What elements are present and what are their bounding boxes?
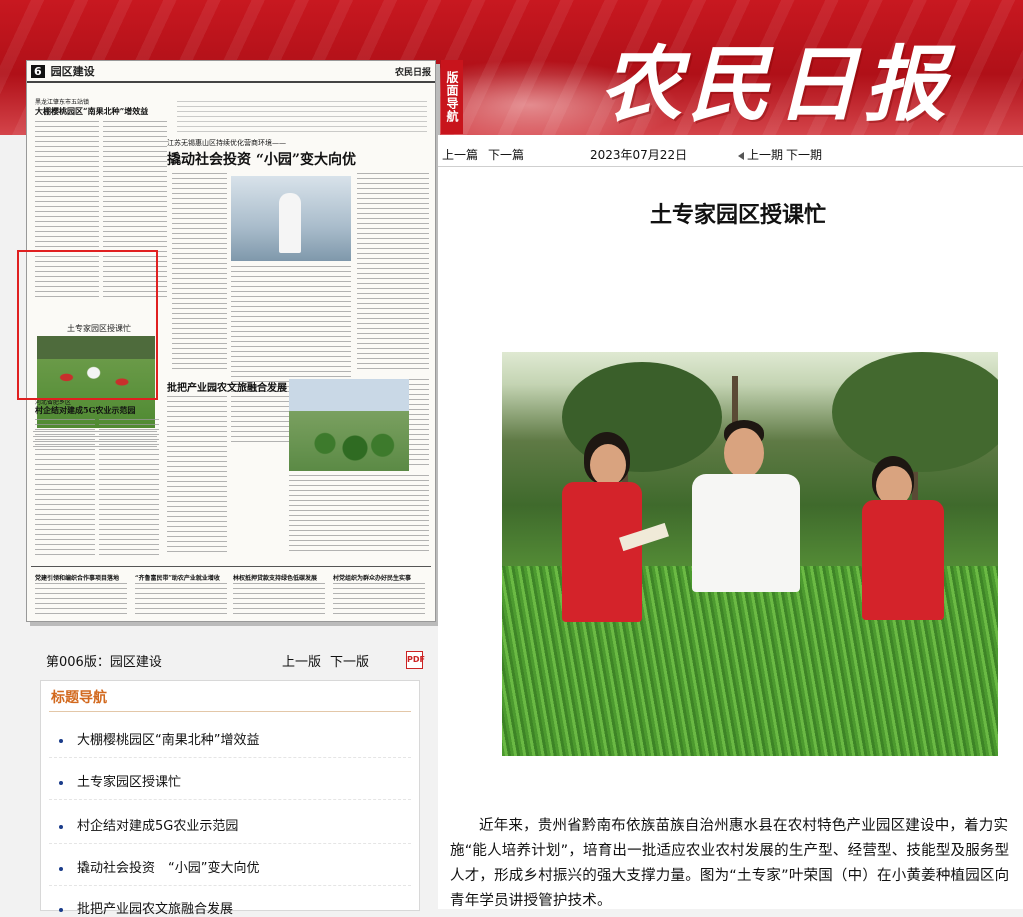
nav-divider: [49, 843, 411, 845]
paper-text-block: [35, 583, 127, 617]
prev-issue-label: 上一期: [747, 148, 784, 162]
next-issue-link[interactable]: 下一期: [786, 146, 822, 163]
paper-text-block: [135, 583, 227, 617]
nav-item-label: 批把产业园农文旅融合发展: [77, 902, 234, 917]
bullet-icon: [59, 907, 63, 912]
paper-text-block: [99, 419, 159, 559]
current-article-highlight[interactable]: [17, 250, 158, 400]
next-article-link[interactable]: 下一篇: [488, 146, 524, 163]
title-navigation: 标题导航 大棚樱桃园区“南果北种”增效益 土专家园区授课忙 村企结对建成5G农业…: [40, 680, 420, 917]
photo-person-center-shirt: [692, 474, 800, 592]
prev-issue-link[interactable]: 上一期: [738, 146, 783, 163]
nav-item-1[interactable]: 大棚樱桃园区“南果北种”增效益: [59, 729, 259, 748]
paper-masthead-small: 农民日报: [394, 67, 431, 78]
article-caption: 近年来，贵州省黔南布依族苗族自治州惠水县在农村特色产业园区建设中，着力实施“能人…: [450, 818, 1010, 909]
nav-item-2[interactable]: 土专家园区授课忙: [59, 771, 181, 790]
next-page-link[interactable]: 下一版: [330, 651, 369, 670]
issue-date: 2023年07月22日: [590, 148, 688, 162]
bullet-icon: [59, 780, 63, 785]
nav-item-label: 大棚樱桃园区“南果北种”增效益: [77, 733, 260, 748]
paper-photo-lab: [231, 176, 351, 261]
nav-item-label: 撬动社会投资 “小园”变大向优: [77, 861, 260, 876]
paper-text-block: [35, 419, 95, 559]
masthead-logo: 农民日报: [600, 37, 952, 133]
left-arrow-icon: [738, 151, 744, 160]
prev-article-link[interactable]: 上一篇: [442, 146, 478, 163]
pdf-icon[interactable]: PDF: [406, 651, 425, 669]
paper-intro-box: [177, 101, 427, 133]
photo-person-left-head: [590, 444, 626, 486]
article-title: 土专家园区授课忙: [649, 203, 826, 228]
paper-bottom-head-1[interactable]: 党建引领和编织合作事项目落地: [35, 573, 119, 582]
nav-item-label: 村企结对建成5G农业示范园: [77, 819, 239, 834]
nav-item-4[interactable]: 撬动社会投资 “小园”变大向优: [59, 857, 259, 876]
photo-person-center-head: [724, 428, 764, 478]
paper-text-block: [167, 396, 227, 556]
prev-page-link[interactable]: 上一版: [282, 651, 321, 670]
paper-divider: [31, 566, 431, 567]
nav-item-5[interactable]: 批把产业园农文旅融合发展: [59, 898, 233, 917]
bullet-icon: [59, 738, 63, 743]
article-topnav: 上一篇 下一篇 2023年07月22日 上一期 下一期: [442, 146, 1018, 164]
page-label: 第006版：园区建设: [46, 655, 162, 670]
bullet-icon: [59, 824, 63, 829]
paper-section-name: 园区建设: [50, 65, 95, 78]
paper-bottom-head-4[interactable]: 村党组织为群众办好民生实事: [333, 573, 411, 582]
paper-text-block: [172, 173, 227, 373]
paper-page-number: 6: [31, 64, 45, 78]
topnav-divider: [438, 166, 1023, 167]
nav-item-label: 土专家园区授课忙: [77, 775, 182, 790]
paper-bottom-head-2[interactable]: “齐鲁富民带”助农产业就业增收: [135, 573, 220, 582]
photo-foliage: [832, 352, 998, 472]
paper-left-headline[interactable]: 大棚樱桃园区“南果北种”增效益: [35, 106, 148, 117]
paper-main-headline[interactable]: 撬动社会投资 “小园”变大向优: [167, 149, 356, 169]
bullet-icon: [59, 866, 63, 871]
paper-bottom-left-headline[interactable]: 村企结对建成5G农业示范园: [35, 405, 135, 416]
paper-header: 6 园区建设 农民日报: [27, 61, 435, 83]
photo-person-right-vest: [862, 500, 944, 620]
paper-text-block: [333, 583, 425, 617]
title-navigation-underline: [49, 711, 411, 712]
nav-item-3[interactable]: 村企结对建成5G农业示范园: [59, 815, 238, 834]
paper-text-block: [233, 583, 325, 617]
layout-nav-tag: 版面导航: [441, 60, 463, 134]
page-bar: 第006版：园区建设 上一版 下一版 PDF: [46, 651, 436, 670]
paper-photo-melon: [289, 379, 409, 471]
photo-person-left-vest: [562, 482, 642, 622]
paper-text-block: [357, 173, 429, 373]
paper-text-block: [289, 475, 429, 555]
article-photo: [502, 352, 998, 756]
nav-divider: [49, 757, 411, 759]
paper-left-subhead: 黑龙江肇东市五站镇: [35, 99, 90, 106]
nav-divider: [49, 885, 411, 887]
title-navigation-heading: 标题导航: [51, 690, 107, 706]
paper-bottom-head-3[interactable]: 林权抵押贷款支持绿色低碳发展: [233, 573, 317, 582]
paper-sub-headline: 江苏无锡惠山区持续优化营商环境——: [167, 139, 286, 147]
nav-divider: [49, 799, 411, 801]
paper-bottom-headline[interactable]: 批把产业园农文旅融合发展: [167, 379, 287, 394]
